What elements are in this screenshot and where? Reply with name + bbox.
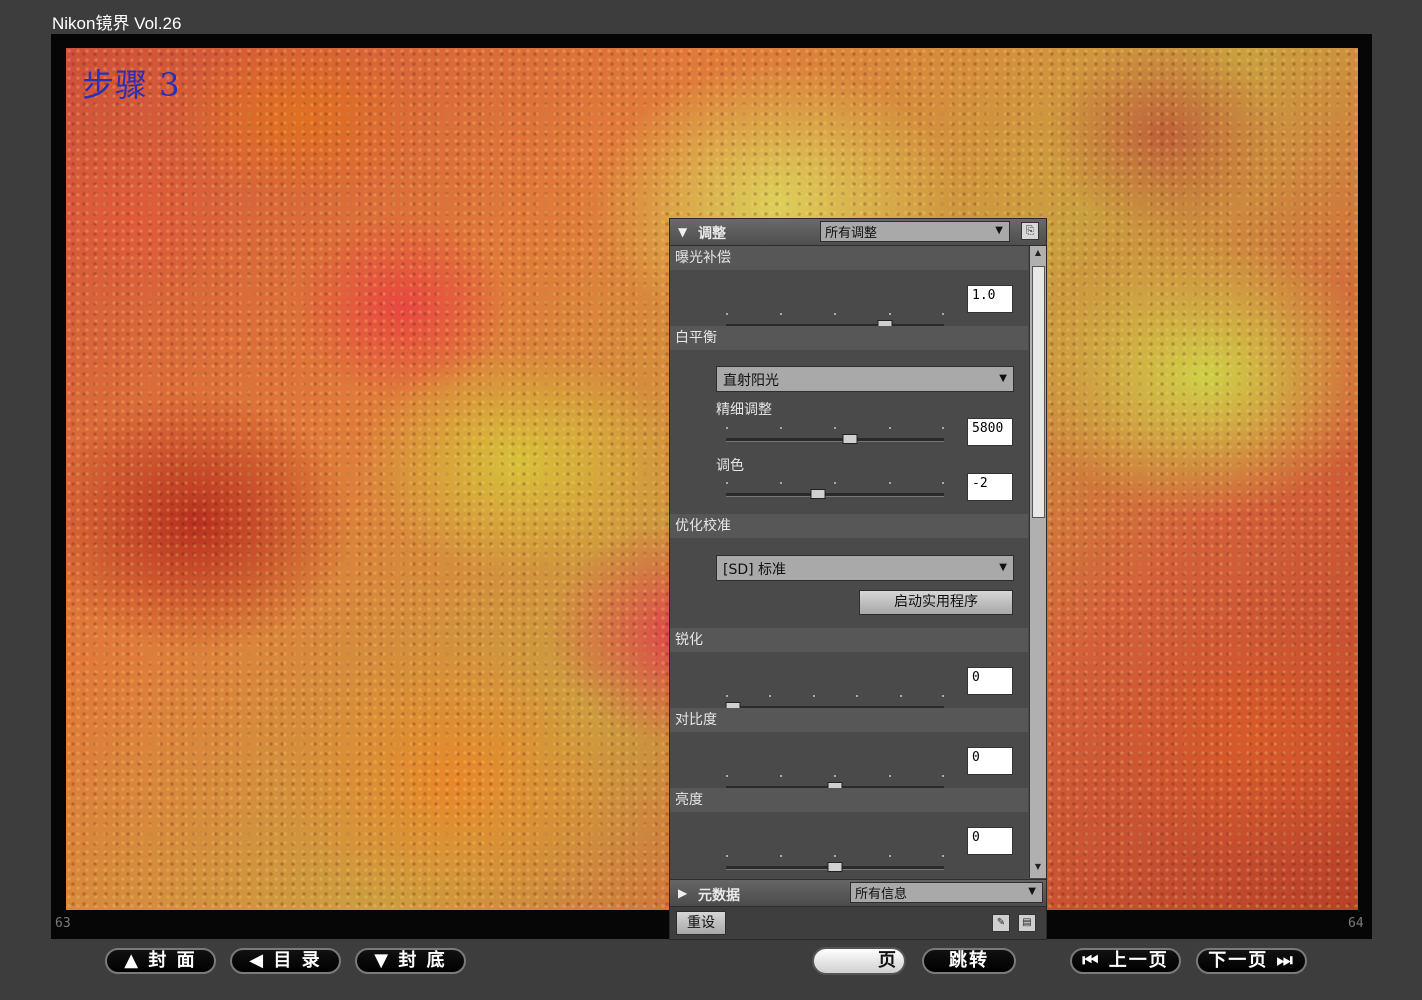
tint-label: 调色: [716, 458, 744, 474]
prev-page-button[interactable]: ⏮ 上一页: [1070, 948, 1181, 974]
white-balance-value: 直射阳光: [723, 373, 779, 389]
collapse-triangle-icon[interactable]: ▼: [678, 225, 687, 239]
panel-footer: 重设 ✎ ▤: [670, 907, 1046, 939]
picture-control-value: [SD] 标准: [723, 562, 787, 578]
metadata-dropdown-value: 所有信息: [855, 887, 908, 902]
page-number-input[interactable]: 页: [812, 947, 906, 975]
exposure-value-field[interactable]: 1.0: [967, 285, 1013, 313]
picture-control-dropdown[interactable]: [SD] 标准 ▼: [716, 555, 1014, 581]
adjust-mode-dropdown[interactable]: 所有调整 ▼: [820, 221, 1010, 242]
white-balance-dropdown[interactable]: 直射阳光 ▼: [716, 366, 1014, 392]
brightness-value-field[interactable]: 0: [967, 827, 1013, 855]
right-page-number: 64: [1348, 916, 1364, 931]
next-page-button[interactable]: 下一页 ⏭: [1196, 948, 1307, 974]
contrast-value-field[interactable]: 0: [967, 747, 1013, 775]
scrollbar-thumb[interactable]: [1032, 266, 1045, 518]
sharpening-section-label: 锐化: [670, 628, 1028, 652]
adjust-mode-value: 所有调整: [825, 226, 878, 241]
scroll-down-icon[interactable]: ▼: [1030, 862, 1046, 876]
expand-triangle-icon[interactable]: ▶: [678, 886, 687, 900]
edit-icon[interactable]: ✎: [992, 914, 1010, 932]
fine-adjust-value-field[interactable]: 5800: [967, 418, 1013, 446]
white-balance-section-label: 白平衡: [670, 326, 1028, 350]
fine-adjust-label: 精细调整: [716, 402, 772, 418]
toc-button[interactable]: ◀ 目 录: [230, 948, 341, 974]
slider-thumb[interactable]: [842, 434, 858, 444]
chevron-down-icon: ▼: [999, 562, 1007, 573]
scroll-up-icon[interactable]: ▲: [1030, 248, 1046, 262]
panel-header: ▼ 调整 所有调整 ▼ ⎘: [670, 219, 1046, 246]
left-page-number: 63: [55, 916, 71, 931]
copy-settings-icon[interactable]: ⎘: [1021, 222, 1039, 240]
panel-scrollbar[interactable]: ▲ ▼: [1029, 246, 1046, 878]
tint-slider[interactable]: [726, 482, 944, 500]
jump-button[interactable]: 跳转: [922, 948, 1016, 974]
back-cover-button[interactable]: ▼ 封 底: [355, 948, 466, 974]
step-label: 步骤 3: [82, 66, 181, 104]
metadata-bar: ▶ 元数据 所有信息 ▼: [670, 879, 1046, 907]
panel-title: 调整: [698, 226, 726, 242]
adjustment-panel: ▼ 调整 所有调整 ▼ ⎘ 曝光补偿 1.0 白平衡 直射阳光 ▼ 精细调整 5…: [669, 218, 1047, 940]
contrast-section-label: 对比度: [670, 708, 1028, 732]
sharpening-value-field[interactable]: 0: [967, 667, 1013, 695]
slider-thumb[interactable]: [810, 489, 826, 499]
reset-button[interactable]: 重设: [676, 911, 726, 935]
slider-thumb[interactable]: [827, 862, 843, 872]
cover-button[interactable]: ▲ 封 面: [105, 948, 216, 974]
slider-track: [726, 493, 944, 497]
fine-adjust-slider[interactable]: [726, 427, 944, 445]
adjustments-scroll-area: 曝光补偿 1.0 白平衡 直射阳光 ▼ 精细调整 5800 调色 -2 优化校准: [670, 246, 1028, 878]
chevron-down-icon: ▼: [1028, 886, 1036, 897]
chevron-down-icon: ▼: [999, 373, 1007, 384]
metadata-title: 元数据: [698, 888, 740, 904]
chevron-down-icon: ▼: [995, 225, 1003, 236]
metadata-dropdown[interactable]: 所有信息 ▼: [850, 882, 1043, 903]
launch-utility-button[interactable]: 启动实用程序: [859, 590, 1013, 615]
app-title: Nikon镜界 Vol.26: [52, 14, 182, 33]
brightness-section-label: 亮度: [670, 788, 1028, 812]
brightness-slider[interactable]: [726, 855, 944, 873]
slider-track: [726, 438, 944, 442]
save-icon[interactable]: ▤: [1018, 914, 1036, 932]
exposure-section-label: 曝光补偿: [670, 246, 1028, 270]
picture-control-section-label: 优化校准: [670, 514, 1028, 538]
tint-value-field[interactable]: -2: [967, 473, 1013, 501]
